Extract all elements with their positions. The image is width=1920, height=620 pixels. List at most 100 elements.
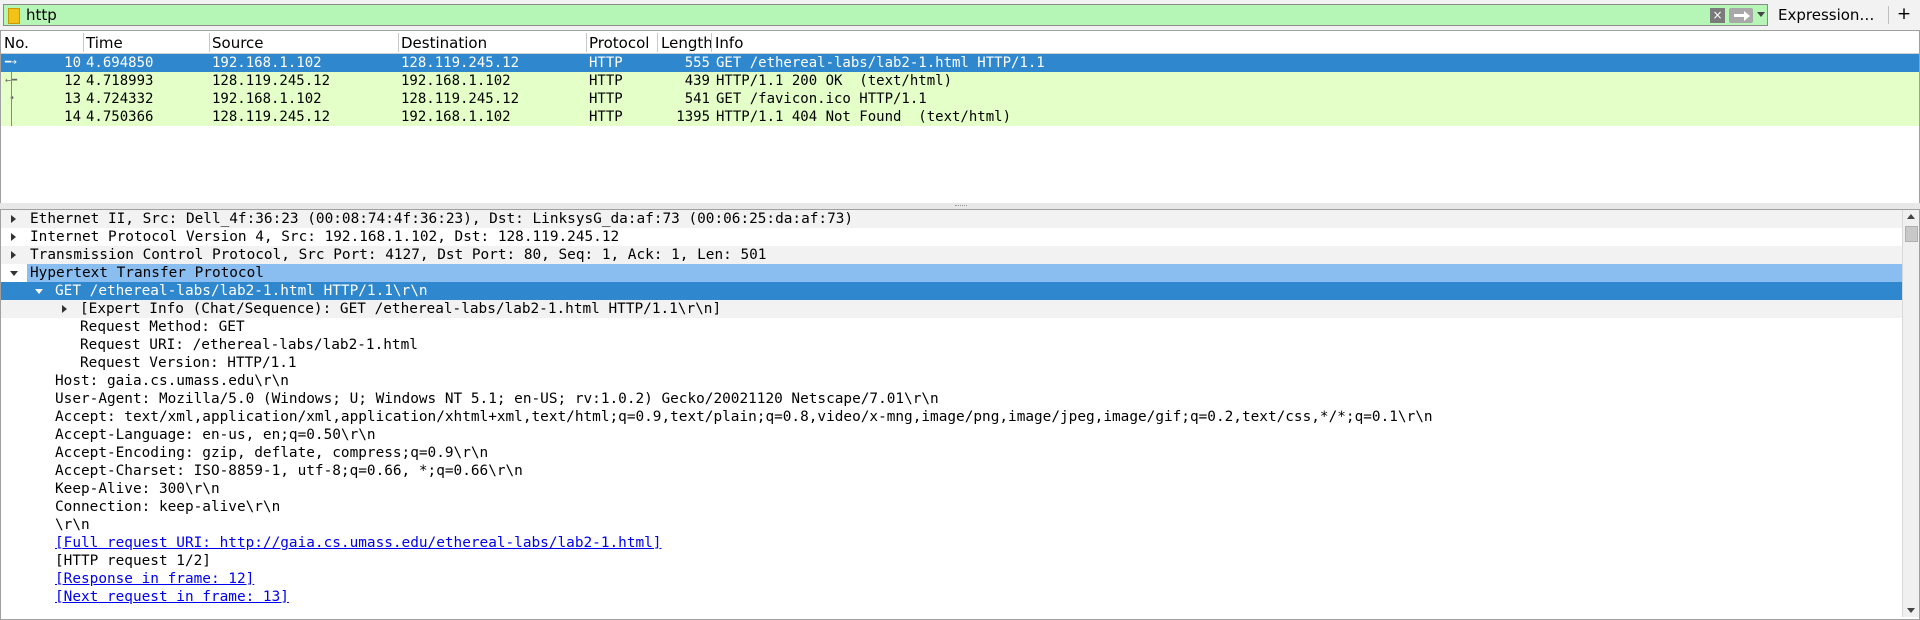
packet-length: 541: [684, 91, 710, 107]
tree-item-accept[interactable]: Accept: text/xml,application/xml,applica…: [1, 408, 1903, 426]
packet-time: 4.718993: [86, 73, 154, 89]
column-header-source[interactable]: Source: [212, 34, 264, 54]
packet-source: 128.119.245.12: [212, 109, 331, 125]
tree-item-user-agent[interactable]: User-Agent: Mozilla/5.0 (Windows; U; Win…: [1, 390, 1903, 408]
tree-item-request-uri[interactable]: Request URI: /ethereal-labs/lab2-1.html: [1, 336, 1903, 354]
packet-number: 10: [64, 55, 81, 71]
packet-length: 439: [684, 73, 710, 89]
packet-time: 4.694850: [86, 55, 154, 71]
packet-protocol: HTTP: [589, 73, 623, 89]
tree-item-label: Request Version: HTTP/1.1: [80, 355, 297, 371]
conversation-line: [11, 72, 12, 126]
packet-source: 192.168.1.102: [212, 55, 322, 71]
column-divider[interactable]: [657, 33, 658, 52]
tree-item-accept-language[interactable]: Accept-Language: en-us, en;q=0.50\r\n: [1, 426, 1903, 444]
tree-item-full-uri[interactable]: [Full request URI: http://gaia.cs.umass.…: [1, 534, 1903, 552]
bookmark-icon[interactable]: [8, 8, 20, 24]
toolbar-divider: [1888, 6, 1889, 24]
packet-info: GET /ethereal-labs/lab2-1.html HTTP/1.1: [716, 55, 1045, 71]
packet-destination: 192.168.1.102: [401, 109, 511, 125]
tree-item-crlf[interactable]: \r\n: [1, 516, 1903, 534]
packet-length: 555: [684, 55, 710, 71]
tree-item-expert-info[interactable]: [Expert Info (Chat/Sequence): GET /ether…: [1, 300, 1903, 318]
apply-filter-icon[interactable]: [1729, 8, 1753, 23]
column-header-info[interactable]: Info: [715, 34, 743, 54]
packet-time: 4.724332: [86, 91, 154, 107]
packet-destination: 128.119.245.12: [401, 55, 520, 71]
packet-details-tree[interactable]: Ethernet II, Src: Dell_4f:36:23 (00:08:7…: [0, 209, 1920, 620]
tree-item-label: Ethernet II, Src: Dell_4f:36:23 (00:08:7…: [30, 211, 854, 227]
response-frame-link[interactable]: [Response in frame: 12]: [55, 570, 254, 588]
packet-list[interactable]: No. Time Source Destination Protocol Len…: [0, 30, 1920, 204]
tree-item-connection[interactable]: Connection: keep-alive\r\n: [1, 498, 1903, 516]
tree-item-label: User-Agent: Mozilla/5.0 (Windows; U; Win…: [55, 391, 939, 407]
column-divider[interactable]: [398, 33, 399, 52]
tree-item-request-version[interactable]: Request Version: HTTP/1.1: [1, 354, 1903, 372]
packet-info: GET /favicon.ico HTTP/1.1: [716, 91, 927, 107]
chevron-down-icon[interactable]: [1757, 12, 1765, 17]
tree-item-accept-charset[interactable]: Accept-Charset: ISO-8859-1, utf-8;q=0.66…: [1, 462, 1903, 480]
packet-row[interactable]: ←━ 12 4.718993 128.119.245.12 192.168.1.…: [1, 72, 1919, 90]
tree-item-label: GET /ethereal-labs/lab2-1.html HTTP/1.1\…: [55, 283, 428, 299]
splitter-grip[interactable]: [955, 205, 967, 208]
scroll-down-arrow-icon[interactable]: [1907, 608, 1915, 613]
column-header-length[interactable]: Length: [661, 34, 713, 54]
tree-item-label: Internet Protocol Version 4, Src: 192.16…: [30, 229, 620, 245]
tree-item-ethernet[interactable]: Ethernet II, Src: Dell_4f:36:23 (00:08:7…: [1, 210, 1903, 228]
scrollbar-thumb[interactable]: [1905, 226, 1918, 242]
packet-number: 14: [64, 109, 81, 125]
tree-item-label: Transmission Control Protocol, Src Port:…: [30, 247, 767, 263]
packet-time: 4.750366: [86, 109, 154, 125]
collapse-arrow-icon[interactable]: [35, 289, 43, 294]
add-filter-button[interactable]: +: [1894, 4, 1914, 24]
tree-item-ip[interactable]: Internet Protocol Version 4, Src: 192.16…: [1, 228, 1903, 246]
expand-arrow-icon[interactable]: [62, 305, 67, 313]
tree-item-http[interactable]: Hypertext Transfer Protocol: [1, 264, 1903, 282]
packet-row[interactable]: • 13 4.724332 192.168.1.102 128.119.245.…: [1, 90, 1919, 108]
column-divider[interactable]: [209, 33, 210, 52]
packet-row[interactable]: 14 4.750366 128.119.245.12 192.168.1.102…: [1, 108, 1919, 126]
packet-number: 12: [64, 73, 81, 89]
tree-item-label: Host: gaia.cs.umass.edu\r\n: [55, 373, 289, 389]
tree-item-tcp[interactable]: Transmission Control Protocol, Src Port:…: [1, 246, 1903, 264]
full-uri-link[interactable]: [Full request URI: http://gaia.cs.umass.…: [55, 534, 661, 552]
tree-item-keep-alive[interactable]: Keep-Alive: 300\r\n: [1, 480, 1903, 498]
collapse-arrow-icon[interactable]: [10, 271, 18, 276]
next-request-frame-link[interactable]: [Next request in frame: 13]: [55, 588, 289, 606]
tree-item-http-request[interactable]: [HTTP request 1/2]: [1, 552, 1903, 570]
expand-arrow-icon[interactable]: [11, 215, 16, 223]
tree-item-request-line[interactable]: GET /ethereal-labs/lab2-1.html HTTP/1.1\…: [1, 282, 1903, 300]
column-header-no[interactable]: No.: [4, 34, 29, 54]
tree-item-label: Request Method: GET: [80, 319, 245, 335]
packet-list-header: No. Time Source Destination Protocol Len…: [1, 31, 1919, 54]
packet-protocol: HTTP: [589, 55, 623, 71]
packet-info: HTTP/1.1 200 OK (text/html): [716, 73, 953, 89]
expand-arrow-icon[interactable]: [11, 233, 16, 241]
tree-item-accept-encoding[interactable]: Accept-Encoding: gzip, deflate, compress…: [1, 444, 1903, 462]
scroll-up-arrow-icon[interactable]: [1907, 214, 1915, 219]
tree-item-host[interactable]: Host: gaia.cs.umass.edu\r\n: [1, 372, 1903, 390]
vertical-scrollbar[interactable]: [1902, 210, 1919, 617]
tree-item-label: Connection: keep-alive\r\n: [55, 499, 281, 515]
packet-row[interactable]: ━➔ 10 4.694850 192.168.1.102 128.119.245…: [1, 54, 1919, 72]
tree-item-label: Hypertext Transfer Protocol: [30, 265, 264, 281]
tree-item-label: Request URI: /ethereal-labs/lab2-1.html: [80, 337, 418, 353]
filter-text[interactable]: http: [26, 6, 57, 24]
tree-item-label: Accept-Language: en-us, en;q=0.50\r\n: [55, 427, 376, 443]
tree-item-request-method[interactable]: Request Method: GET: [1, 318, 1903, 336]
display-filter-input[interactable]: http ×: [3, 4, 1768, 26]
expand-arrow-icon[interactable]: [11, 251, 16, 259]
clear-filter-icon[interactable]: ×: [1710, 8, 1725, 23]
tree-item-label: [HTTP request 1/2]: [55, 553, 211, 569]
column-divider[interactable]: [83, 33, 84, 52]
column-header-destination[interactable]: Destination: [401, 34, 487, 54]
column-header-protocol[interactable]: Protocol: [589, 34, 649, 54]
column-header-time[interactable]: Time: [86, 34, 123, 54]
tree-item-response-in[interactable]: [Response in frame: 12]: [1, 570, 1903, 588]
tree-item-label: [Expert Info (Chat/Sequence): GET /ether…: [80, 301, 722, 317]
column-divider[interactable]: [586, 33, 587, 52]
column-divider[interactable]: [711, 33, 712, 52]
tree-item-next-request[interactable]: [Next request in frame: 13]: [1, 588, 1903, 606]
expression-button[interactable]: Expression…: [1778, 6, 1874, 24]
packet-number: 13: [64, 91, 81, 107]
